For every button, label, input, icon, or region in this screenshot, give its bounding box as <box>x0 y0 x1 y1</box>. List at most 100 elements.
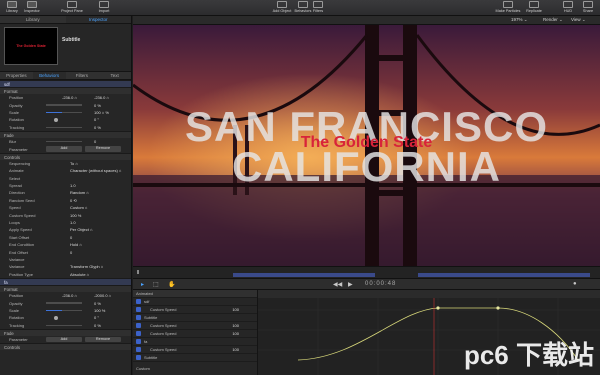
param-value[interactable]: 0 <box>94 139 124 144</box>
param-value[interactable]: -236.0 ⌂ <box>94 95 124 100</box>
param-value[interactable]: -2000.0 ⌂ <box>94 293 124 298</box>
param-value[interactable]: 0 % <box>94 125 124 130</box>
param-value[interactable]: 0 ° <box>94 315 124 320</box>
keyframe-point[interactable] <box>496 306 500 310</box>
param-value[interactable]: Character (without spaces) ⌂ <box>70 168 121 173</box>
keyframe-point[interactable] <box>436 306 440 310</box>
enable-checkbox[interactable] <box>136 331 141 336</box>
share-button[interactable]: Share <box>576 1 600 13</box>
enable-checkbox[interactable] <box>136 355 141 360</box>
tab-text[interactable]: Text <box>98 72 131 79</box>
param-value[interactable]: 0 % <box>94 323 124 328</box>
section-format[interactable]: Format <box>0 284 131 292</box>
param-value[interactable]: -236.0 ⌂ <box>62 293 90 298</box>
add-parameter-button[interactable]: Add <box>46 146 82 152</box>
play-back-icon[interactable]: ◀◀ <box>333 281 342 288</box>
param-value[interactable]: Per Object ⌂ <box>70 227 100 232</box>
enable-checkbox[interactable] <box>136 315 141 320</box>
enable-checkbox[interactable] <box>136 323 141 328</box>
param-value[interactable]: 100 ⌂ % <box>94 110 124 115</box>
keyframe-value[interactable]: 100 <box>232 323 239 328</box>
inspector-button[interactable]: Inspector <box>20 1 44 13</box>
play-start-marker[interactable] <box>137 270 141 274</box>
param-value[interactable]: 0 ° <box>94 117 124 122</box>
enable-checkbox[interactable] <box>136 347 141 352</box>
mini-timeline[interactable] <box>133 266 600 278</box>
keyframe-value[interactable]: 100 <box>232 347 239 352</box>
param-value[interactable]: -236.0 ⌂ <box>62 95 90 100</box>
param-value[interactable]: Transform Glyph ⌂ <box>70 264 103 269</box>
param-value[interactable]: Hold ⌂ <box>70 242 100 247</box>
keyframe-graph[interactable]: pc6 下载站 <box>258 290 600 375</box>
keyframe-row[interactable]: Custom Speed 100 <box>133 322 257 330</box>
section-fade[interactable]: Fade <box>0 328 131 336</box>
section-fade[interactable]: Fade <box>0 130 131 138</box>
remove-parameter-button[interactable]: Remove <box>85 336 121 343</box>
select-tool-icon[interactable]: ▸ <box>141 281 144 288</box>
param-value[interactable]: 100 % <box>94 308 124 313</box>
section-controls[interactable]: Controls <box>0 152 131 160</box>
view-menu[interactable]: View ⌄ <box>571 17 586 23</box>
keyframe-row[interactable]: fa <box>133 338 257 346</box>
canvas-viewer[interactable]: SAN FRANCISCO The Golden State CALIFORNI… <box>133 25 600 266</box>
keyframe-value[interactable]: 100 <box>232 331 239 336</box>
param-value[interactable]: 1.0 <box>70 220 100 225</box>
keyframe-value[interactable]: 100 <box>232 307 239 312</box>
render-menu[interactable]: Render ⌄ <box>543 17 563 23</box>
tab-filters[interactable]: Filters <box>66 72 99 79</box>
hand-tool-icon[interactable]: ✋ <box>168 281 175 288</box>
blur-slider[interactable] <box>46 140 82 143</box>
title-california[interactable]: CALIFORNIA <box>133 146 600 188</box>
transform-tool-icon[interactable]: ⬚ <box>153 281 159 288</box>
import-button[interactable]: Import <box>92 1 116 13</box>
param-value[interactable]: 1.0 <box>70 183 100 188</box>
rotation-dial[interactable] <box>54 315 58 320</box>
enable-checkbox[interactable] <box>136 307 141 312</box>
record-icon[interactable]: ● <box>573 281 577 287</box>
scale-slider[interactable] <box>46 111 82 114</box>
param-value[interactable]: 0 <box>70 250 100 255</box>
section-format[interactable]: Format <box>0 87 131 94</box>
param-value[interactable]: 0 <box>70 235 100 240</box>
keyframe-row[interactable]: Custom Speed 100 <box>133 306 257 314</box>
replicate-button[interactable]: Replicate <box>522 1 546 13</box>
param-value[interactable]: 0 % <box>94 103 124 108</box>
opacity-slider[interactable] <box>46 104 82 106</box>
zoom-menu[interactable]: 197% ⌄ <box>511 17 528 23</box>
play-icon[interactable]: ▶ <box>348 281 353 288</box>
param-value[interactable]: Custom ⌂ <box>70 205 100 210</box>
animated-menu[interactable]: Animated <box>136 291 153 296</box>
param-value[interactable]: 100 % <box>70 213 100 218</box>
remove-parameter-button[interactable]: Remove <box>85 146 121 152</box>
keyframe-row[interactable]: Subtitle <box>133 354 257 362</box>
layer-bar[interactable] <box>418 273 590 277</box>
param-value[interactable]: 0 ⟲ <box>70 198 100 203</box>
param-value[interactable]: Random ⌂ <box>70 190 100 195</box>
tab-behaviors[interactable]: Behaviors <box>32 72 66 79</box>
filters-button[interactable]: Filters <box>306 1 330 13</box>
enable-checkbox[interactable] <box>136 339 141 344</box>
layer-bar[interactable] <box>233 273 375 277</box>
param-value[interactable]: To ⌂ <box>70 161 100 166</box>
keyframe-row[interactable]: sdf <box>133 298 257 306</box>
tracking-slider[interactable] <box>46 324 82 326</box>
tab-library[interactable]: Library <box>0 16 66 23</box>
tracking-slider[interactable] <box>46 126 82 128</box>
keyframe-row[interactable]: Custom Speed 100 <box>133 330 257 338</box>
rotation-dial[interactable] <box>54 117 58 122</box>
tab-properties[interactable]: Properties <box>0 72 33 79</box>
make-particles-button[interactable]: Make Particles <box>496 1 520 13</box>
tab-inspector[interactable]: Inspector <box>65 16 131 23</box>
scale-slider[interactable] <box>46 309 82 312</box>
param-value[interactable]: 0 % <box>94 301 124 306</box>
timecode-display[interactable]: 00:00:48 <box>365 281 396 287</box>
layer-header-sdf[interactable]: sdf <box>0 80 131 87</box>
add-parameter-button[interactable]: Add <box>46 336 82 343</box>
curve-set-menu[interactable]: Custom <box>136 366 150 371</box>
param-value[interactable]: Absolute ⌂ <box>70 272 100 277</box>
project-pane-button[interactable]: Project Pane <box>60 1 84 13</box>
enable-checkbox[interactable] <box>136 299 141 304</box>
keyframe-row[interactable]: Subtitle <box>133 314 257 322</box>
layer-header-fa[interactable]: fa <box>0 277 131 285</box>
keyframe-row[interactable]: Custom Speed 100 <box>133 346 257 354</box>
